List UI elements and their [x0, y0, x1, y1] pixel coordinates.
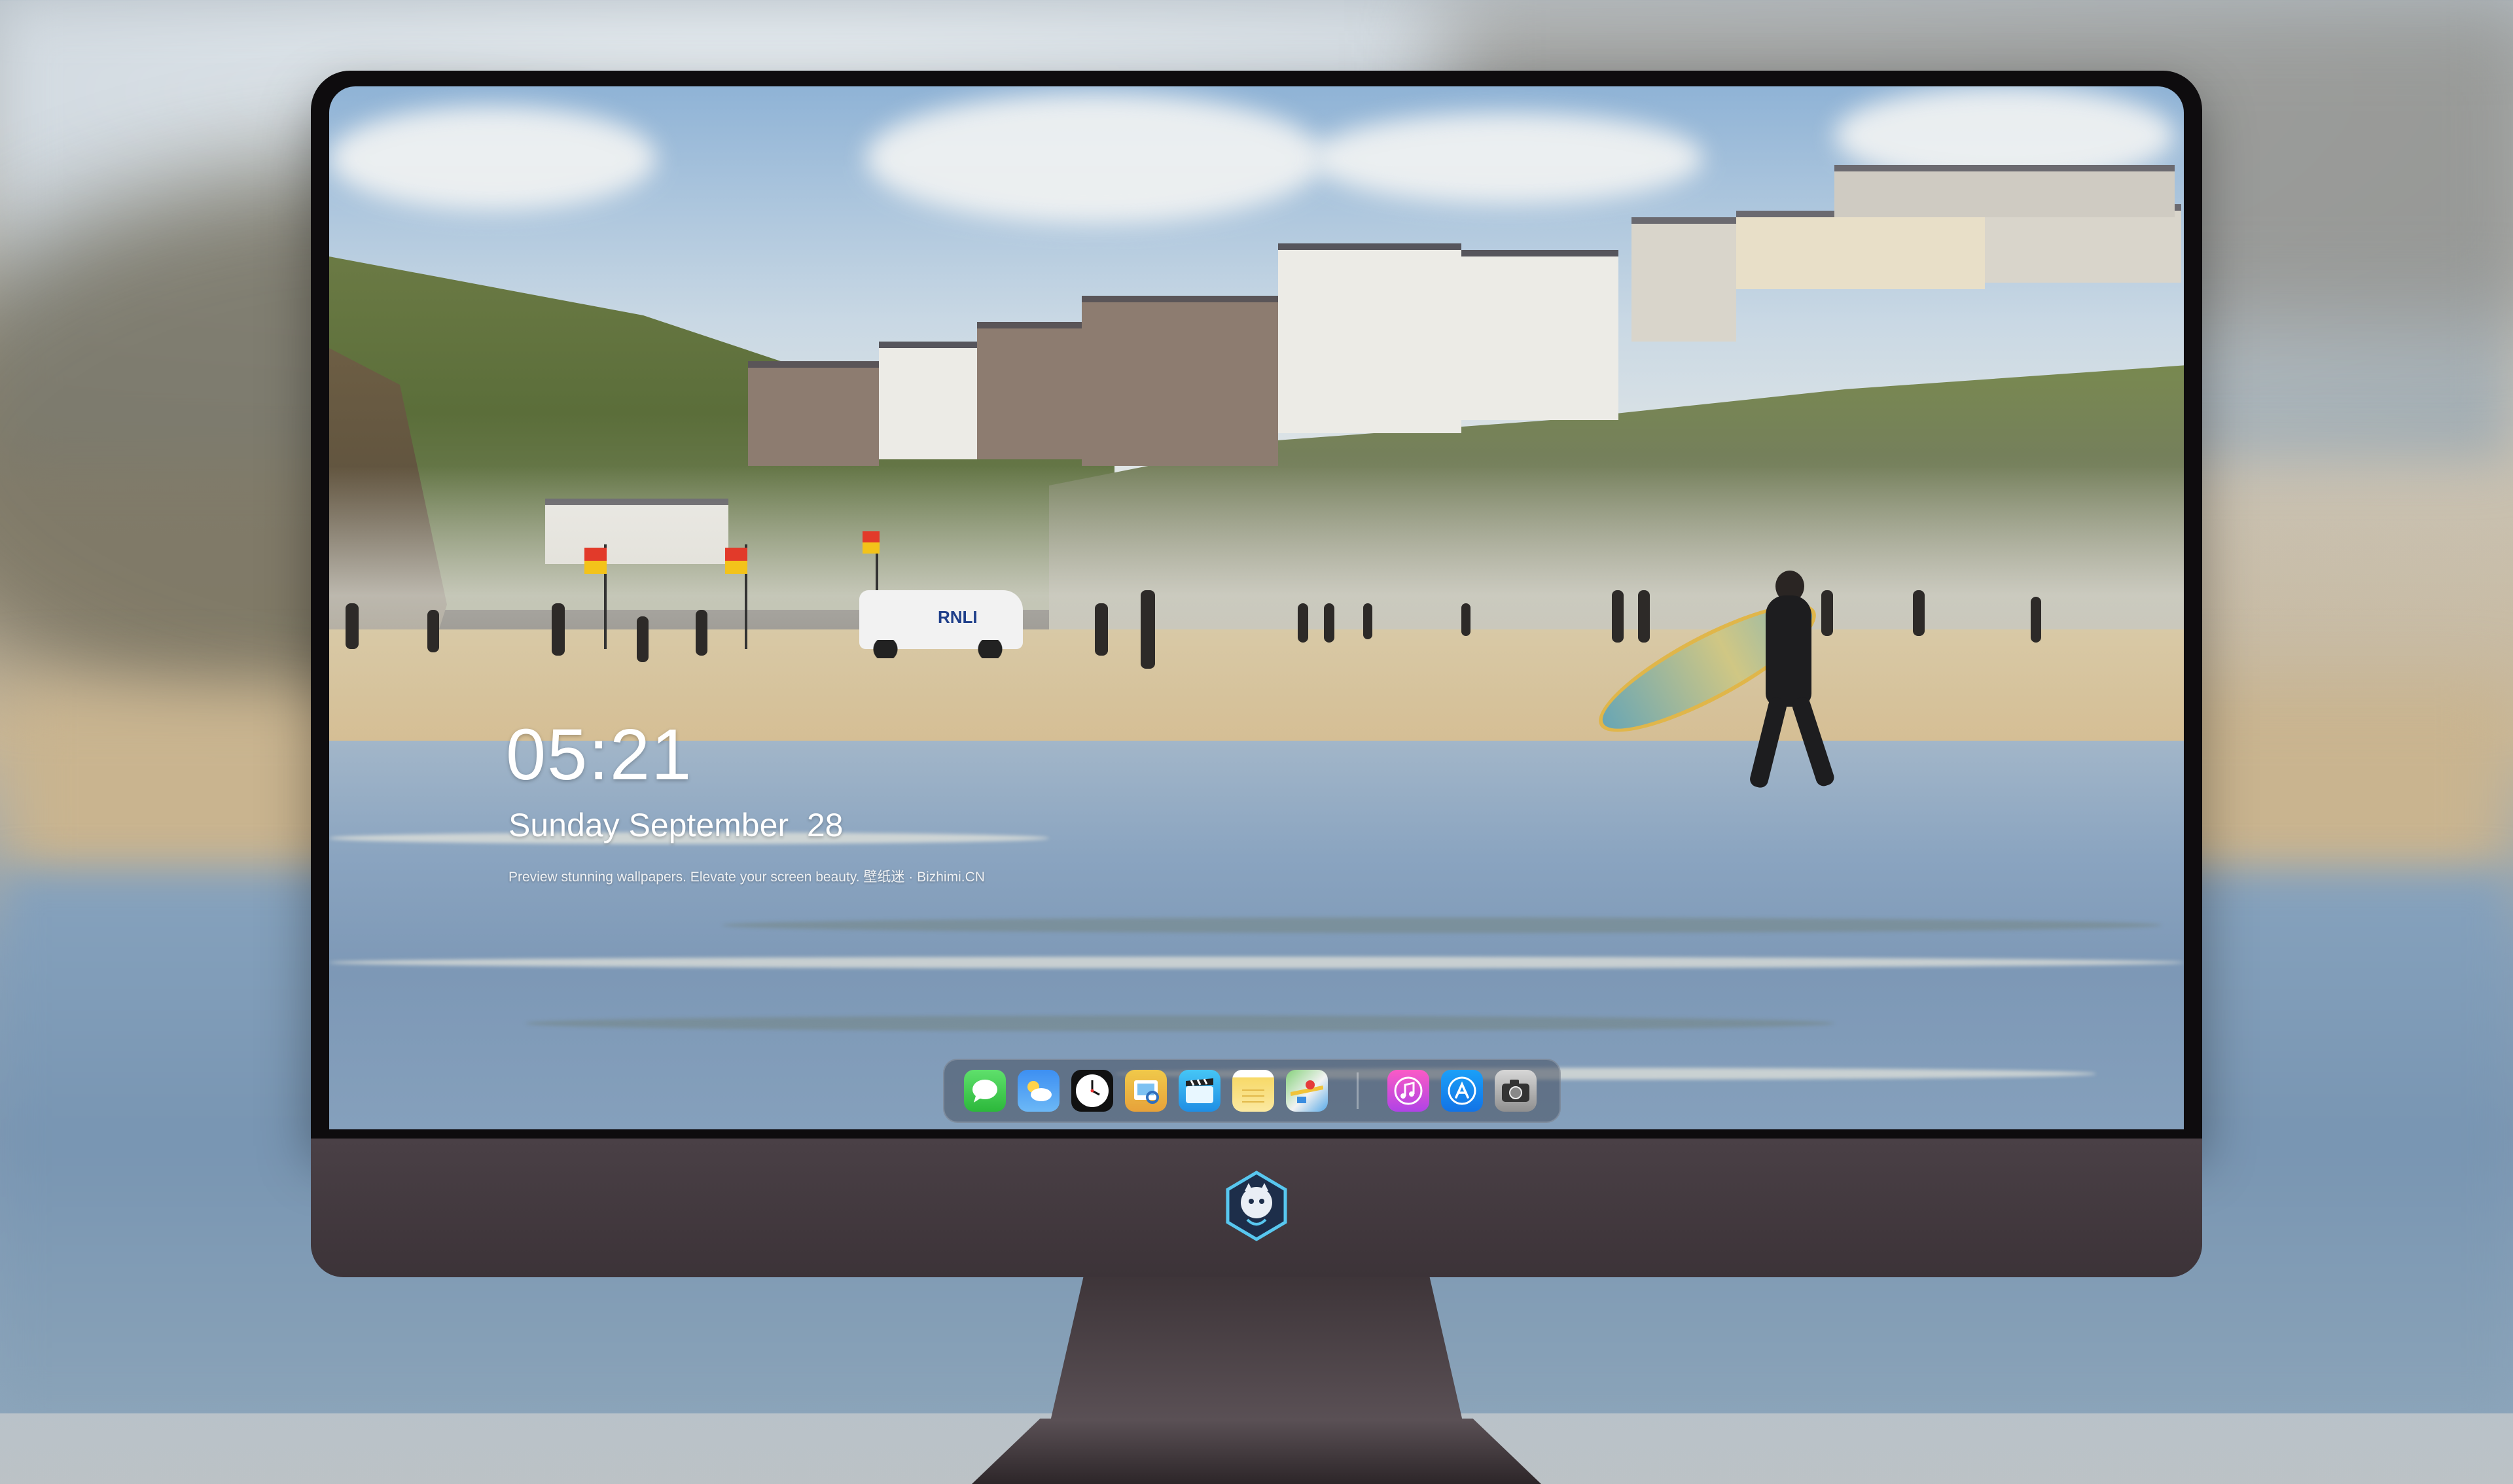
clips-icon[interactable]: [1179, 1070, 1221, 1112]
preview-icon[interactable]: [1125, 1070, 1167, 1112]
surfer: [1730, 571, 1836, 800]
app-store-icon[interactable]: [1441, 1070, 1483, 1112]
lock-clock: 05:21: [506, 715, 693, 795]
maps-icon[interactable]: [1286, 1070, 1328, 1112]
wallpaper: RNLI: [329, 86, 2184, 1129]
dock: [943, 1059, 1561, 1123]
brand-logo-icon: [1224, 1170, 1289, 1242]
lock-date: Sunday September 28: [508, 807, 844, 843]
monitor: RNLI 05:21 Sunday September 28 Preview s…: [311, 71, 2202, 1484]
clock-icon[interactable]: [1071, 1070, 1113, 1112]
messages-icon[interactable]: [964, 1070, 1006, 1112]
weather-icon[interactable]: [1018, 1070, 1060, 1112]
monitor-screen: RNLI 05:21 Sunday September 28 Preview s…: [329, 86, 2184, 1129]
notes-icon[interactable]: [1232, 1070, 1274, 1112]
wallpaper-tagline: Preview stunning wallpapers. Elevate you…: [508, 870, 985, 885]
dock-separator: [1357, 1072, 1359, 1109]
camera-icon[interactable]: [1495, 1070, 1537, 1112]
music-icon[interactable]: [1387, 1070, 1429, 1112]
monitor-stand-base: [972, 1419, 1541, 1484]
rnli-truck: RNLI: [859, 590, 1023, 658]
truck-label: RNLI: [938, 607, 978, 627]
monitor-stand: [1050, 1277, 1463, 1421]
